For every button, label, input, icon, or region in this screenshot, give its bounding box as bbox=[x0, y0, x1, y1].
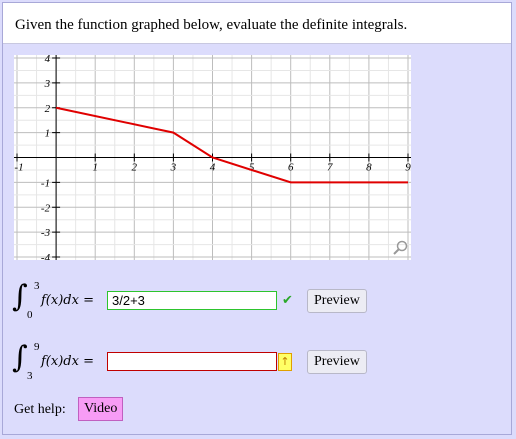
y-tick-label: 4 bbox=[45, 55, 51, 65]
x-tick-label: 8 bbox=[366, 162, 372, 174]
x-tick-label: 4 bbox=[210, 162, 216, 174]
video-button[interactable]: Video bbox=[78, 397, 124, 421]
y-tick-label: 1 bbox=[45, 128, 51, 140]
integral-sign: ∫ bbox=[12, 340, 28, 375]
x-tick-label: 1 bbox=[92, 162, 98, 174]
correct-check-icon: ✔ bbox=[282, 293, 293, 308]
lower-limit: 0 bbox=[27, 309, 33, 321]
x-tick-label: -1 bbox=[14, 162, 23, 174]
upper-limit: 9 bbox=[34, 341, 40, 353]
y-tick-label: 2 bbox=[45, 103, 51, 115]
preview-button-1[interactable]: Preview bbox=[307, 289, 367, 313]
x-tick-label: 2 bbox=[132, 162, 138, 174]
integrand-expression: f(x)dx = bbox=[41, 354, 94, 369]
question-text: Given the function graphed below, evalua… bbox=[15, 17, 408, 33]
y-tick-label: -3 bbox=[41, 227, 51, 239]
x-tick-label: 6 bbox=[288, 162, 294, 174]
get-help-label: Get help: bbox=[14, 402, 66, 417]
magnifier-icon[interactable] bbox=[393, 240, 408, 255]
y-tick-label: 3 bbox=[44, 78, 51, 90]
answer-input-1[interactable]: 3/2+3 bbox=[107, 291, 277, 310]
answer-input-2[interactable] bbox=[107, 352, 277, 371]
x-tick-label: 9 bbox=[405, 162, 411, 174]
y-tick-label: -2 bbox=[41, 202, 51, 214]
y-tick-label: -4 bbox=[41, 252, 51, 260]
integral-sign: ∫ bbox=[12, 279, 28, 314]
lower-limit: 3 bbox=[27, 370, 33, 382]
x-tick-label: 7 bbox=[327, 162, 333, 174]
warning-arrow-icon[interactable]: ↑ bbox=[278, 353, 292, 371]
question-header: Given the function graphed below, evalua… bbox=[3, 3, 511, 44]
x-tick-labels: -1 1 2 3 4 5 6 7 8 9 bbox=[14, 162, 411, 174]
x-tick-label: 3 bbox=[170, 162, 177, 174]
y-tick-label: -1 bbox=[41, 177, 50, 189]
function-graph: -1 1 2 3 4 5 6 7 8 9 4321-1-2-3-4 bbox=[14, 55, 411, 260]
upper-limit: 3 bbox=[34, 280, 40, 292]
integrand-expression: f(x)dx = bbox=[41, 293, 94, 308]
preview-button-2[interactable]: Preview bbox=[307, 350, 367, 374]
